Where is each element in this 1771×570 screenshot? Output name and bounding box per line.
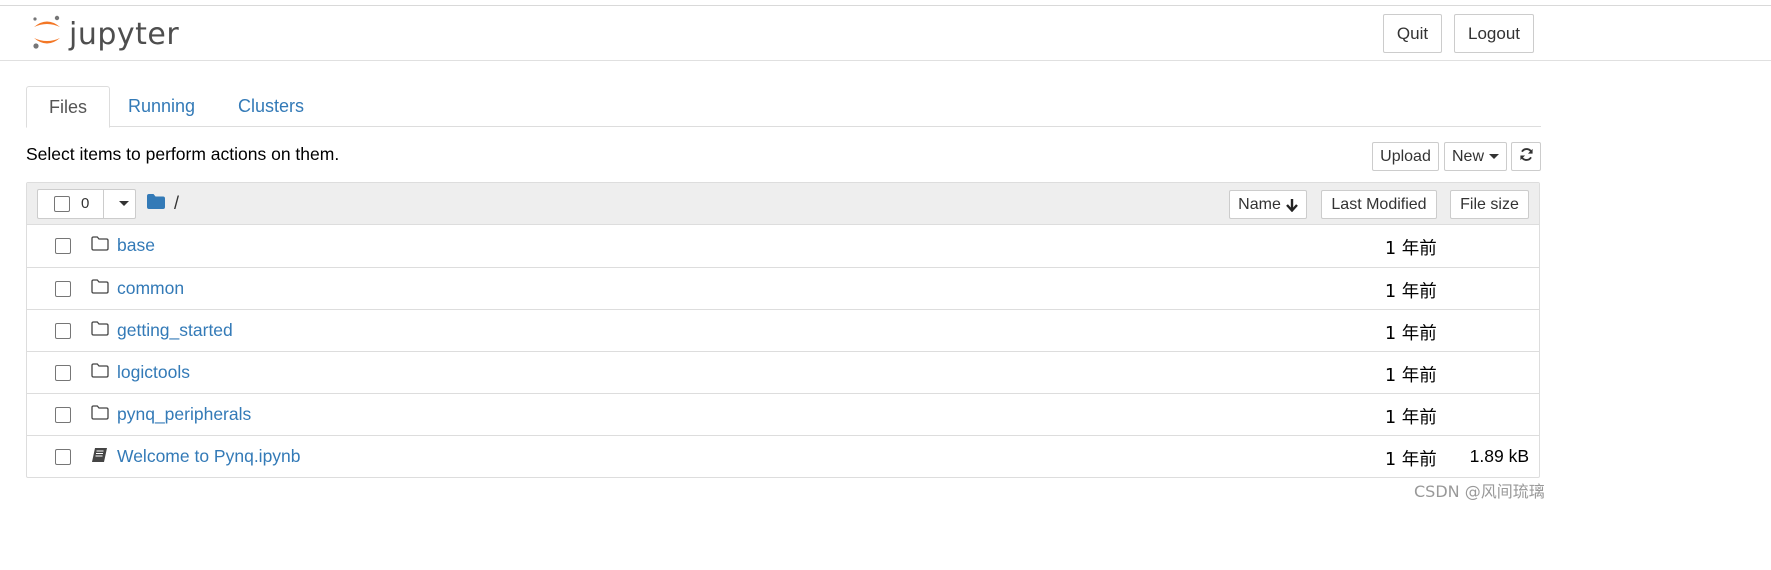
tab-bar: Files Running Clusters	[26, 86, 1541, 128]
tab-clusters[interactable]: Clusters	[216, 86, 326, 127]
refresh-icon	[1519, 147, 1534, 167]
item-name-link[interactable]: base	[117, 235, 155, 256]
item-checkbox[interactable]	[55, 449, 71, 465]
tab-running[interactable]: Running	[106, 86, 217, 127]
jupyter-logo[interactable]: jupyter	[31, 14, 179, 54]
tab-files[interactable]: Files	[26, 86, 111, 128]
item-modified: 1 年前	[1385, 408, 1437, 428]
item-name-link[interactable]: pynq_peripherals	[117, 404, 251, 425]
folder-icon	[91, 321, 109, 341]
folder-icon	[91, 363, 109, 383]
file-list: 0 / Name Last Modified File size base 1 …	[26, 182, 1540, 478]
sort-modified-button[interactable]: Last Modified	[1321, 190, 1437, 219]
folder-solid-icon[interactable]	[147, 193, 165, 214]
breadcrumb-root[interactable]: /	[174, 193, 179, 214]
item-name-link[interactable]: Welcome to Pynq.ipynb	[117, 446, 301, 467]
header-bar: jupyter Quit Logout	[0, 6, 1771, 61]
sort-size-button[interactable]: File size	[1450, 190, 1529, 219]
new-dropdown-button[interactable]: New	[1444, 142, 1507, 171]
breadcrumb: /	[147, 193, 179, 214]
quit-button[interactable]: Quit	[1383, 14, 1442, 53]
item-name-link[interactable]: getting_started	[117, 320, 233, 341]
sort-name-label: Name	[1238, 195, 1281, 213]
item-checkbox[interactable]	[55, 323, 71, 339]
item-name-link[interactable]: logictools	[117, 362, 190, 383]
upload-button[interactable]: Upload	[1372, 142, 1439, 171]
selected-count: 0	[81, 195, 90, 212]
folder-icon	[91, 236, 109, 256]
folder-icon	[91, 405, 109, 425]
logout-button[interactable]: Logout	[1454, 14, 1534, 53]
sort-name-button[interactable]: Name	[1229, 190, 1307, 219]
select-group: 0	[37, 189, 136, 219]
list-item[interactable]: pynq_peripherals 1 年前	[27, 393, 1539, 435]
list-item[interactable]: common 1 年前	[27, 267, 1539, 309]
item-size: 1.89 kB	[1469, 446, 1529, 466]
file-list-header: 0 / Name Last Modified File size	[27, 183, 1539, 225]
arrow-down-icon	[1285, 198, 1298, 212]
item-checkbox[interactable]	[55, 407, 71, 423]
list-item[interactable]: Welcome to Pynq.ipynb 1 年前 1.89 kB	[27, 435, 1539, 477]
item-modified: 1 年前	[1385, 450, 1437, 470]
watermark-text: CSDN @风间琉璃	[1414, 482, 1545, 501]
new-button-label: New	[1451, 147, 1484, 165]
item-modified: 1 年前	[1385, 366, 1437, 386]
select-menu-caret-icon[interactable]	[119, 201, 129, 206]
item-modified: 1 年前	[1385, 239, 1437, 259]
caret-down-icon	[1489, 154, 1499, 159]
item-checkbox[interactable]	[55, 365, 71, 381]
folder-icon	[91, 279, 109, 299]
refresh-button[interactable]	[1511, 142, 1541, 171]
notebook-icon	[91, 447, 108, 468]
list-item[interactable]: base 1 年前	[27, 225, 1539, 267]
item-checkbox[interactable]	[55, 281, 71, 297]
jupyter-logo-icon	[31, 13, 63, 56]
selection-hint: Select items to perform actions on them.	[26, 144, 340, 164]
list-item[interactable]: getting_started 1 年前	[27, 309, 1539, 351]
item-modified: 1 年前	[1385, 324, 1437, 344]
select-divider	[103, 190, 104, 218]
item-checkbox[interactable]	[55, 238, 71, 254]
select-all-checkbox[interactable]	[54, 196, 70, 212]
item-modified: 1 年前	[1385, 282, 1437, 302]
list-item[interactable]: logictools 1 年前	[27, 351, 1539, 393]
jupyter-wordmark: jupyter	[69, 16, 180, 52]
item-name-link[interactable]: common	[117, 278, 184, 299]
